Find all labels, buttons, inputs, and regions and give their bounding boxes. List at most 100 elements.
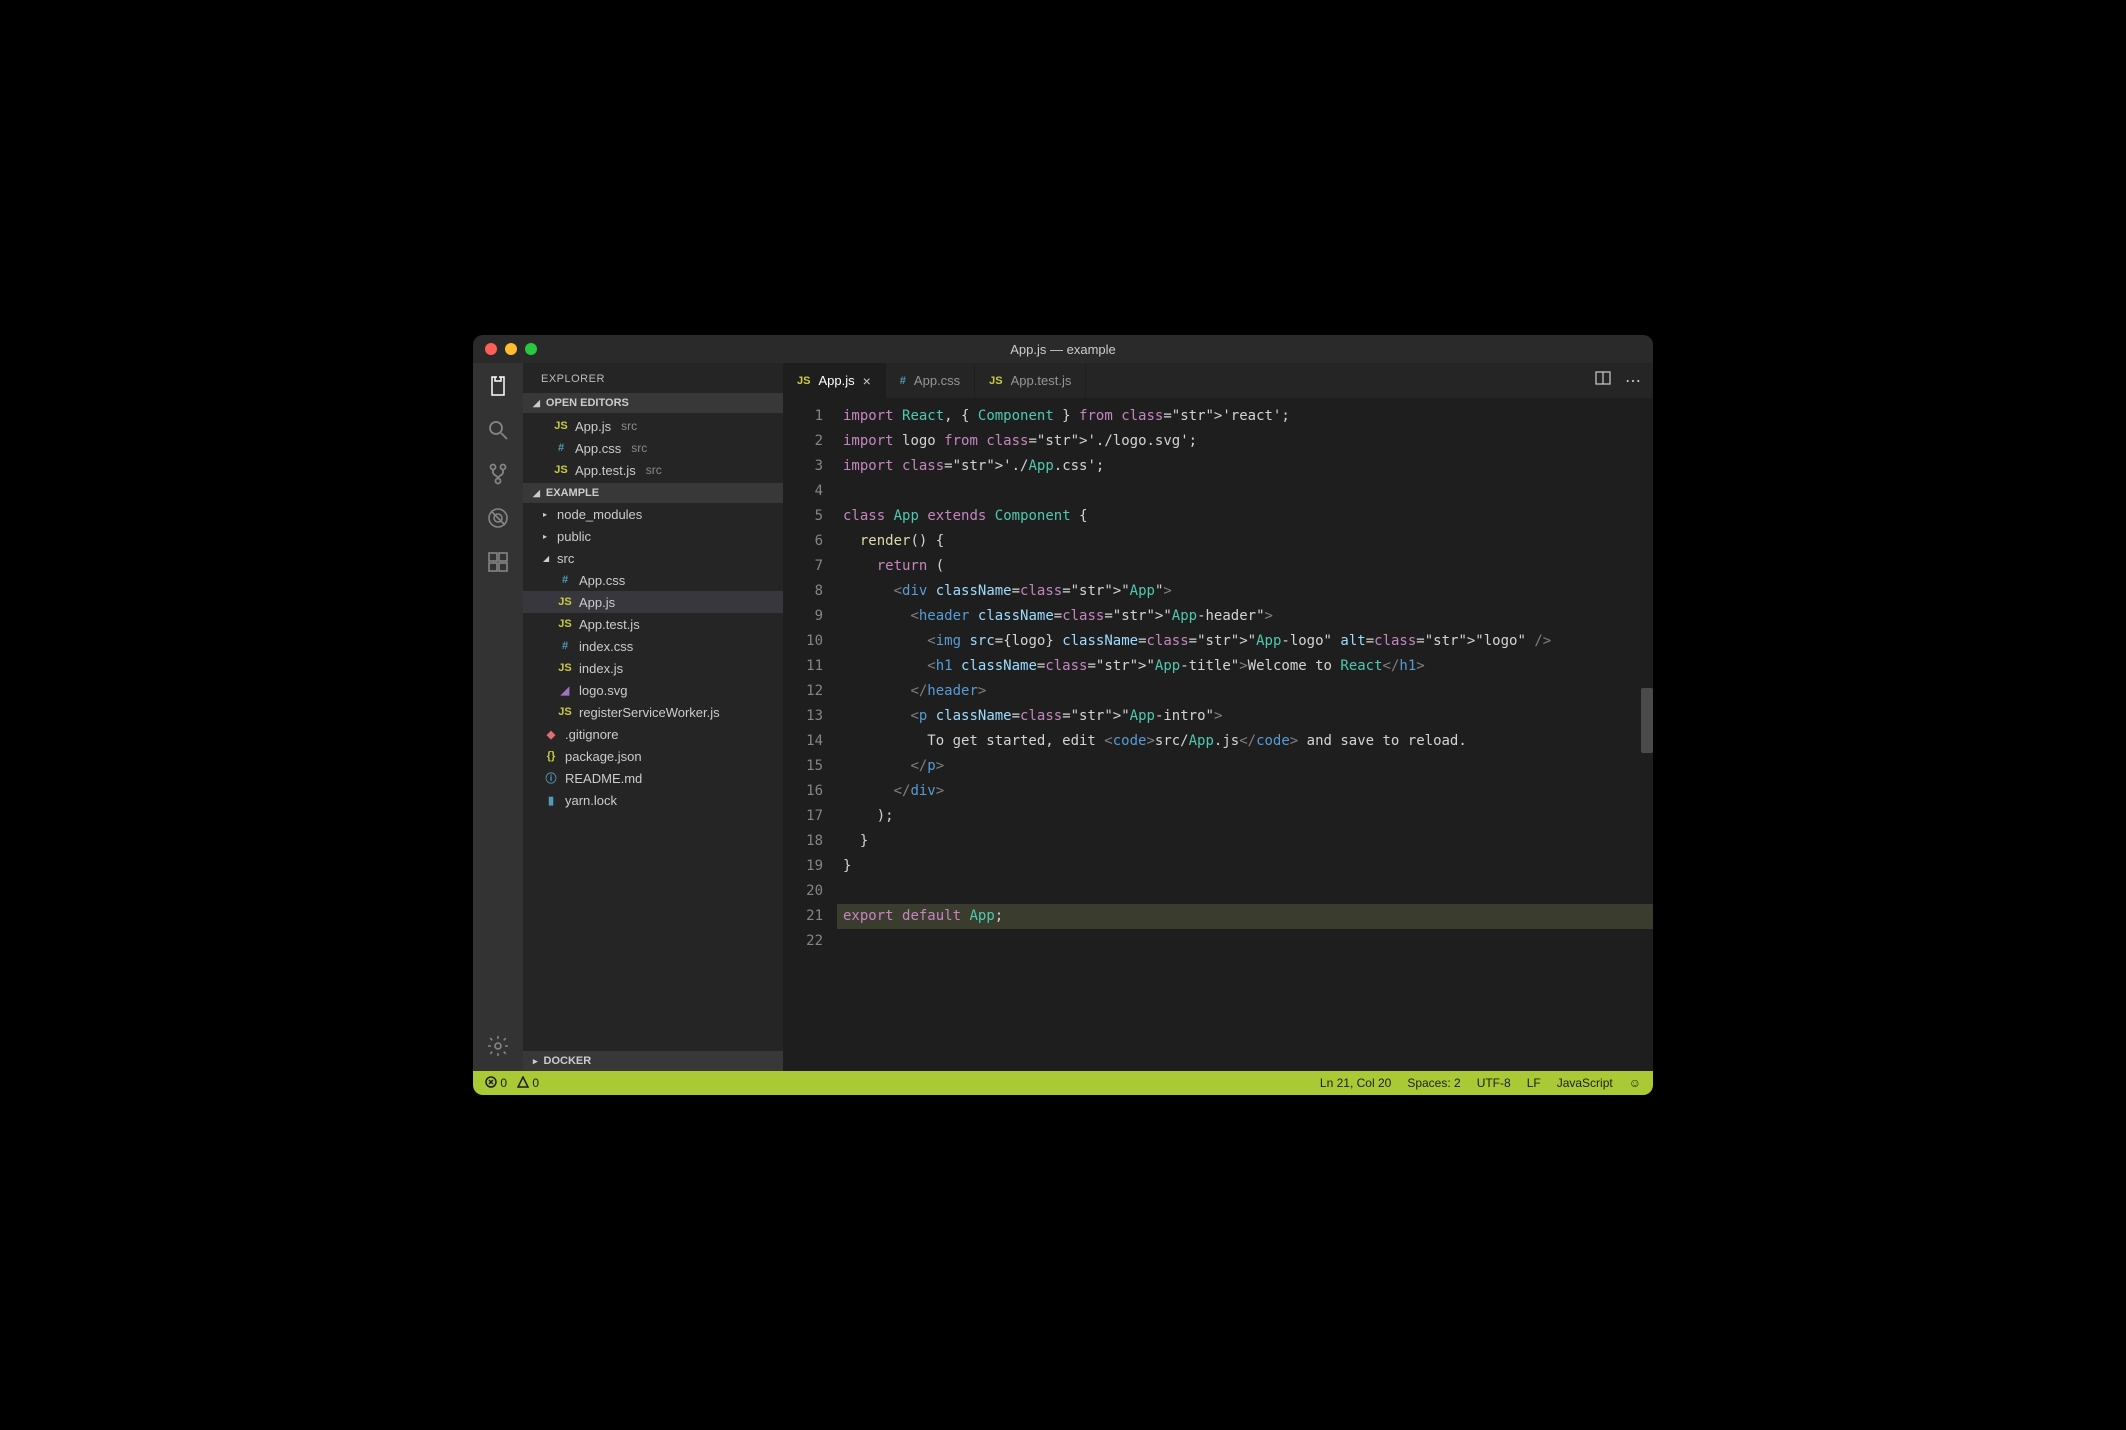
- file-name: App.test.js: [579, 617, 640, 632]
- vscode-window: App.js — example EXPLORER: [473, 335, 1653, 1095]
- window-title: App.js — example: [473, 342, 1653, 357]
- status-errors[interactable]: 0: [485, 1076, 507, 1090]
- file-item[interactable]: ◆ .gitignore: [523, 723, 783, 745]
- source-control-icon[interactable]: [485, 461, 511, 487]
- titlebar: App.js — example: [473, 335, 1653, 363]
- file-name: App.js: [579, 595, 615, 610]
- scrollbar-thumb[interactable]: [1641, 688, 1653, 753]
- file-icon: ▮: [543, 794, 559, 807]
- chevron-down-icon: ◢: [533, 398, 540, 409]
- file-item[interactable]: JSApp.js: [523, 591, 783, 613]
- status-encoding[interactable]: UTF-8: [1477, 1076, 1511, 1090]
- status-cursor[interactable]: Ln 21, Col 20: [1320, 1076, 1391, 1090]
- chevron-right-icon: ▸: [543, 532, 551, 541]
- split-editor-icon[interactable]: [1595, 370, 1611, 391]
- open-editors-header[interactable]: ◢ OPEN EDITORS: [523, 393, 783, 413]
- tab-label: App.test.js: [1011, 373, 1072, 388]
- sidebar-title: EXPLORER: [523, 363, 783, 393]
- open-editors-list: JSApp.jssrc#App.csssrcJSApp.test.jssrc: [523, 413, 783, 483]
- open-editor-item[interactable]: JSApp.test.jssrc: [523, 459, 783, 481]
- file-name: registerServiceWorker.js: [579, 705, 720, 720]
- file-icon: ◆: [543, 728, 559, 741]
- editor-tab[interactable]: # App.css: [886, 363, 975, 398]
- file-name: App.js: [575, 419, 611, 434]
- file-name: App.test.js: [575, 463, 636, 478]
- file-path: src: [631, 441, 647, 455]
- file-item[interactable]: ▮ yarn.lock: [523, 789, 783, 811]
- folder-label: node_modules: [557, 507, 642, 522]
- file-item[interactable]: ⓘREADME.md: [523, 767, 783, 789]
- tab-actions: ⋯: [1583, 363, 1653, 398]
- file-icon: #: [553, 442, 569, 454]
- file-path: src: [646, 463, 662, 477]
- folder-src[interactable]: ◢ src: [523, 547, 783, 569]
- open-editor-item[interactable]: JS App.js src: [523, 415, 783, 437]
- file-name: package.json: [565, 749, 642, 764]
- file-icon: JS: [797, 375, 810, 387]
- file-item[interactable]: JS App.test.js: [523, 613, 783, 635]
- docker-header[interactable]: ▸ DOCKER: [523, 1051, 783, 1071]
- status-language[interactable]: JavaScript: [1557, 1076, 1613, 1090]
- chevron-right-icon: ▸: [543, 510, 551, 519]
- more-actions-icon[interactable]: ⋯: [1625, 371, 1641, 391]
- tab-label: App.js: [818, 373, 854, 388]
- code-editor[interactable]: 12345678910111213141516171819202122 impo…: [783, 398, 1653, 1071]
- app-body: EXPLORER ◢ OPEN EDITORS JSApp.jssrc#App.…: [473, 363, 1653, 1071]
- explorer-sidebar: EXPLORER ◢ OPEN EDITORS JSApp.jssrc#App.…: [523, 363, 783, 1071]
- editor-tab[interactable]: JS App.test.js: [975, 363, 1086, 398]
- file-item[interactable]: ◢ logo.svg: [523, 679, 783, 701]
- close-tab-icon[interactable]: ×: [863, 373, 871, 389]
- file-path: src: [621, 419, 637, 433]
- file-name: index.css: [579, 639, 633, 654]
- chevron-down-icon: ◢: [543, 554, 551, 563]
- file-icon: #: [557, 640, 573, 652]
- close-window-button[interactable]: [485, 343, 497, 355]
- src-file-list: #App.cssJSApp.jsJSApp.test.js#index.cssJ…: [523, 569, 783, 723]
- file-item[interactable]: # index.css: [523, 635, 783, 657]
- status-bar: 0 0 Ln 21, Col 20 Spaces: 2 UTF-8 LF Jav…: [473, 1071, 1653, 1095]
- maximize-window-button[interactable]: [525, 343, 537, 355]
- settings-gear-icon[interactable]: [485, 1033, 511, 1059]
- file-item[interactable]: # App.css: [523, 569, 783, 591]
- file-name: App.css: [575, 441, 621, 456]
- file-name: .gitignore: [565, 727, 618, 742]
- file-name: App.css: [579, 573, 625, 588]
- file-item[interactable]: JSregisterServiceWorker.js: [523, 701, 783, 723]
- folder-list: ▸ node_modules ▸public: [523, 503, 783, 547]
- status-eol[interactable]: LF: [1527, 1076, 1541, 1090]
- file-icon: ⓘ: [543, 770, 559, 786]
- folder-node_modules[interactable]: ▸ node_modules: [523, 503, 783, 525]
- file-name: yarn.lock: [565, 793, 617, 808]
- editor-tab[interactable]: JS App.js ×: [783, 363, 886, 398]
- editor-area: JS App.js × # App.css JS App.test.js ⋯ 1234567…: [783, 363, 1653, 1071]
- file-icon: JS: [557, 662, 573, 674]
- file-icon: #: [557, 574, 573, 586]
- status-feedback-icon[interactable]: ☺: [1629, 1076, 1641, 1090]
- file-icon: JS: [553, 420, 569, 432]
- status-warnings[interactable]: 0: [517, 1076, 539, 1090]
- root-file-list: ◆ .gitignore {} package.json ⓘREADME.md ▮ yarn…: [523, 723, 783, 811]
- extensions-icon[interactable]: [485, 549, 511, 575]
- line-number-gutter: 12345678910111213141516171819202122: [783, 398, 837, 1071]
- status-indentation[interactable]: Spaces: 2: [1407, 1076, 1460, 1090]
- code-content[interactable]: import React, { Component } from class="…: [837, 398, 1653, 1071]
- file-name: logo.svg: [579, 683, 627, 698]
- file-icon: #: [900, 375, 906, 387]
- file-item[interactable]: {} package.json: [523, 745, 783, 767]
- project-header[interactable]: ◢ EXAMPLE: [523, 483, 783, 503]
- tab-label: App.css: [914, 373, 960, 388]
- open-editor-item[interactable]: # App.css src: [523, 437, 783, 459]
- file-name: index.js: [579, 661, 623, 676]
- editor-tabs: JS App.js × # App.css JS App.test.js ⋯: [783, 363, 1653, 398]
- file-item[interactable]: JS index.js: [523, 657, 783, 679]
- window-controls: [485, 343, 537, 355]
- debug-icon[interactable]: [485, 505, 511, 531]
- file-icon: JS: [989, 375, 1002, 387]
- minimize-window-button[interactable]: [505, 343, 517, 355]
- explorer-icon[interactable]: [485, 373, 511, 399]
- folder-public[interactable]: ▸public: [523, 525, 783, 547]
- file-icon: ◢: [557, 684, 573, 697]
- file-icon: {}: [543, 750, 559, 762]
- search-icon[interactable]: [485, 417, 511, 443]
- file-icon: JS: [557, 618, 573, 630]
